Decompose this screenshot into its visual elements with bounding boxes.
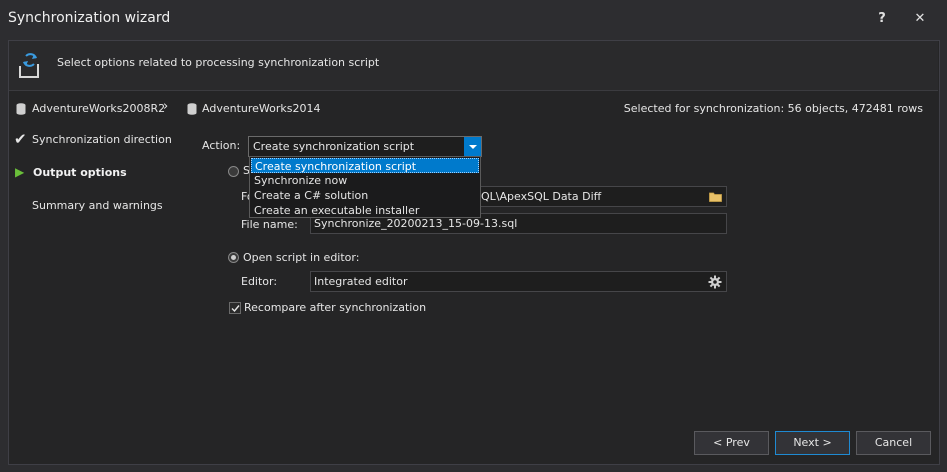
header-text: Select options related to processing syn…: [57, 56, 380, 69]
action-selected-value: Create synchronization script: [253, 140, 415, 153]
folder-icon[interactable]: [709, 191, 722, 202]
database-icon: [187, 103, 197, 115]
breadcrumb-separator: ›: [163, 99, 169, 114]
help-button[interactable]: ?: [870, 8, 894, 30]
step-done-check-icon: ✔: [14, 130, 27, 148]
recompare-label: Recompare after synchronization: [244, 301, 427, 314]
editor-label: Editor:: [241, 275, 278, 288]
editor-value: Integrated editor: [314, 275, 408, 288]
action-select[interactable]: Create synchronization script: [248, 136, 482, 157]
step-summary-and-warnings[interactable]: Summary and warnings: [32, 199, 163, 212]
dropdown-option-executable-installer[interactable]: Create an executable installer: [251, 203, 482, 218]
dropdown-option-csharp-solution[interactable]: Create a C# solution: [251, 188, 482, 203]
action-label: Action:: [202, 139, 241, 152]
chevron-down-icon[interactable]: [464, 137, 481, 156]
gear-icon[interactable]: [708, 275, 722, 289]
recompare-checkbox[interactable]: [229, 302, 241, 314]
step-output-options[interactable]: Output options: [33, 166, 127, 179]
dropdown-option-create-script[interactable]: Create synchronization script: [251, 158, 479, 173]
action-dropdown-list: Create synchronization script Synchroniz…: [249, 156, 481, 218]
folder-input-value: QL\ApexSQL Data Diff: [481, 190, 602, 203]
database-icon: [16, 103, 26, 115]
checkmark-icon: [231, 305, 240, 313]
window-title: Synchronization wizard: [8, 10, 171, 26]
cancel-button[interactable]: Cancel: [856, 431, 931, 455]
step-active-arrow-icon: ▶: [15, 165, 25, 179]
source-database: AdventureWorks2008R2: [32, 102, 166, 115]
dropdown-option-synchronize-now[interactable]: Synchronize now: [251, 173, 482, 188]
editor-select[interactable]: Integrated editor: [310, 271, 727, 292]
next-button[interactable]: Next >: [775, 431, 850, 455]
open-editor-radio[interactable]: [228, 252, 239, 263]
open-editor-radio-label: Open script in editor:: [243, 251, 360, 264]
save-script-radio[interactable]: [228, 166, 239, 177]
step-synchronization-direction[interactable]: Synchronization direction: [32, 133, 172, 146]
file-name-label: File name:: [241, 218, 298, 231]
close-button[interactable]: ✕: [908, 8, 932, 30]
prev-button[interactable]: < Prev: [694, 431, 769, 455]
selected-summary: Selected for synchronization: 56 objects…: [623, 102, 923, 115]
script-sync-icon: [19, 53, 39, 78]
target-database: AdventureWorks2014: [202, 102, 321, 115]
